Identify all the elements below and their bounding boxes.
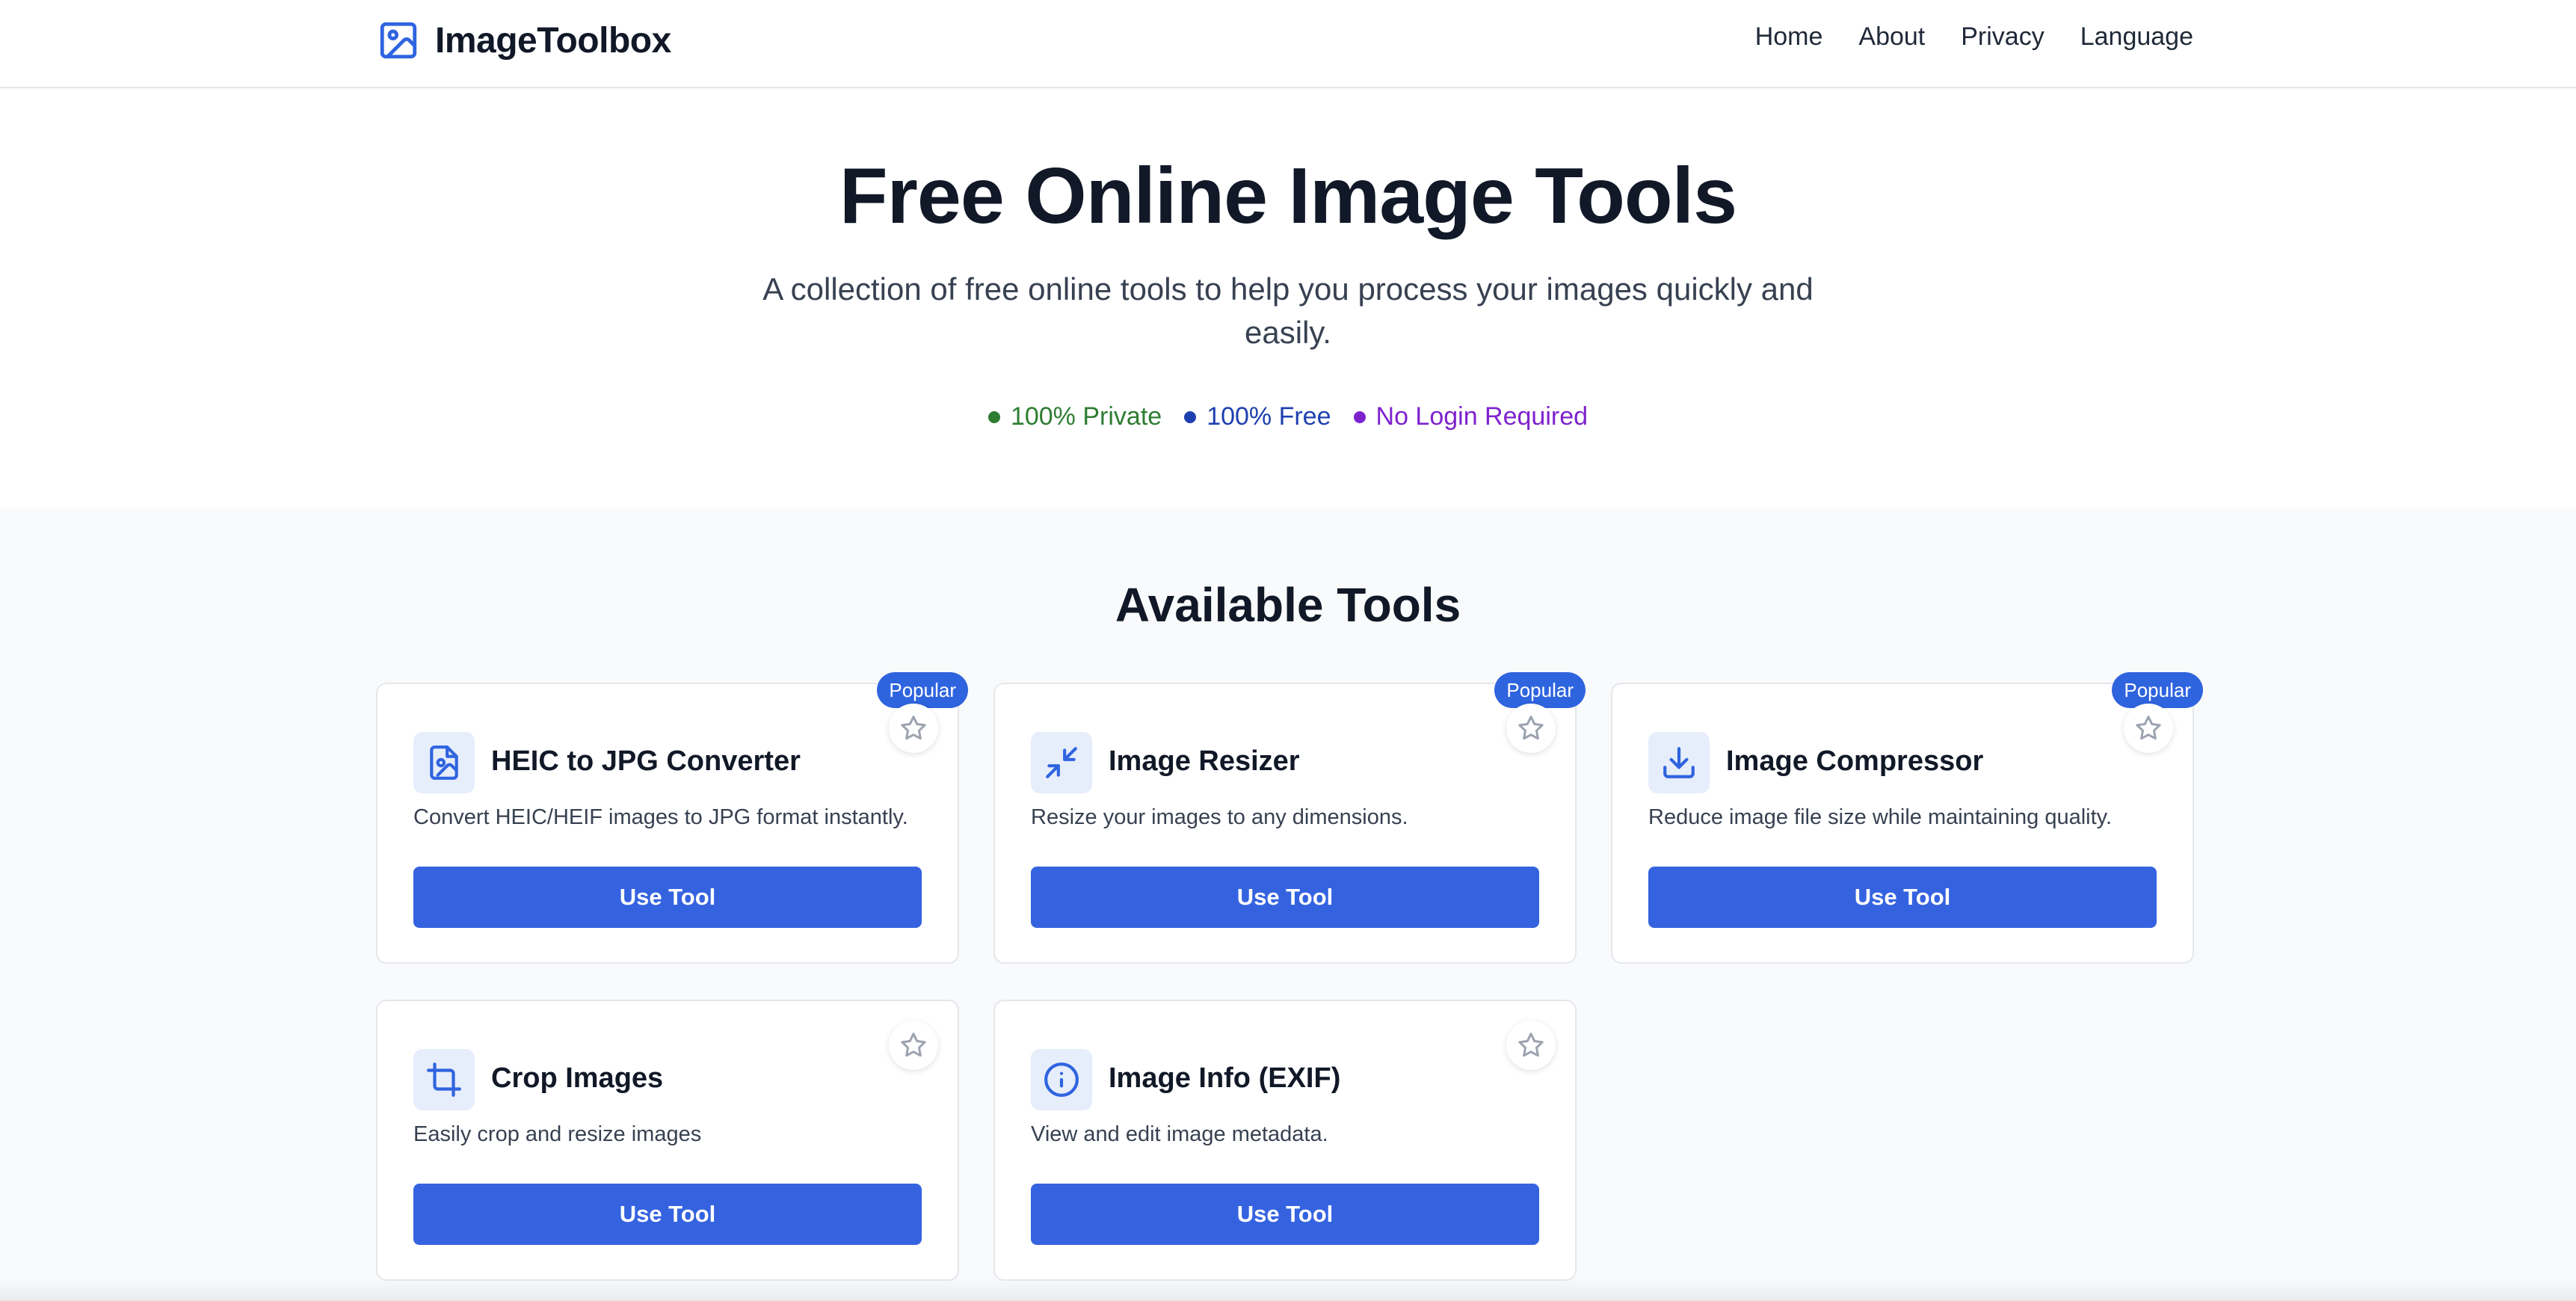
tool-card-image-resizer: Popular Image Resizer Resize your images…	[993, 672, 1586, 964]
crop-icon	[427, 1062, 461, 1097]
nav-language-link[interactable]: Language	[2080, 22, 2193, 52]
tool-description: Easily crop and resize images	[413, 1122, 702, 1146]
nav-home-link[interactable]: Home	[1755, 22, 1823, 52]
use-tool-button[interactable]: Use Tool	[413, 867, 922, 928]
tool-description: View and edit image metadata.	[1031, 1122, 1328, 1146]
page: ImageToolbox Home About Privacy Language…	[0, 0, 2576, 1301]
download-icon	[1663, 747, 1695, 778]
favorite-button[interactable]	[1506, 1021, 1556, 1070]
tool-icon-container	[1031, 1049, 1092, 1110]
tool-icon-container	[413, 1049, 475, 1110]
feature-no-login: No Login Required	[1353, 402, 1589, 431]
bottom-shadow	[0, 1279, 2576, 1301]
use-tool-button[interactable]: Use Tool	[1648, 867, 2157, 928]
section-title: Available Tools	[1115, 578, 1461, 632]
tool-name: Image Resizer	[1109, 745, 1300, 777]
tool-name: Image Compressor	[1726, 745, 1984, 777]
tool-icon-container	[1031, 732, 1092, 793]
hero-title: Free Online Image Tools	[839, 152, 1737, 240]
tool-card-image-compressor: Popular Image Compressor Reduce image fi…	[1611, 672, 2203, 964]
brand-name: ImageToolbox	[435, 20, 671, 61]
use-tool-button[interactable]: Use Tool	[1031, 867, 1539, 928]
star-icon	[901, 716, 926, 740]
feature-label: 100% Private	[1010, 402, 1162, 431]
dot-icon	[1353, 410, 1366, 423]
hero-section: Free Online Image Tools A collection of …	[0, 90, 2576, 508]
star-icon	[901, 1033, 926, 1057]
tool-card-heic-to-jpg: Popular HEIC to JPG Converter Convert HE…	[376, 672, 968, 964]
star-icon	[1518, 716, 1544, 740]
favorite-button[interactable]	[889, 704, 938, 753]
star-icon	[1518, 1033, 1544, 1057]
popular-badge: Popular	[2112, 672, 2203, 708]
favorite-button[interactable]	[1506, 704, 1556, 753]
tool-icon-container	[413, 732, 475, 793]
tool-card-crop-images: Crop Images Easily crop and resize image…	[376, 1000, 959, 1281]
tool-icon-container	[1648, 732, 1710, 793]
info-icon	[1044, 1062, 1079, 1097]
file-image-icon	[430, 745, 458, 780]
feature-free: 100% Free	[1184, 402, 1331, 431]
feature-private: 100% Private	[987, 402, 1162, 431]
nav-about-link[interactable]: About	[1858, 22, 1925, 52]
favorite-button[interactable]	[889, 1021, 938, 1070]
main-nav: Home About Privacy Language	[1755, 22, 2193, 52]
hero-subtitle: A collection of free online tools to hel…	[762, 271, 1814, 350]
feature-list: 100% Private 100% Free No Login Required	[0, 402, 2576, 431]
dot-icon	[987, 410, 1000, 423]
tool-description: Convert HEIC/HEIF images to JPG format i…	[413, 805, 908, 829]
star-icon	[2136, 716, 2161, 740]
popular-badge: Popular	[1494, 672, 1586, 708]
dot-icon	[1184, 410, 1197, 423]
site-header: ImageToolbox Home About Privacy Language	[0, 0, 2576, 88]
tool-name: HEIC to JPG Converter	[491, 745, 801, 777]
tool-name: Crop Images	[491, 1062, 664, 1094]
tool-name: Image Info (EXIF)	[1109, 1062, 1341, 1094]
nav-privacy-link[interactable]: Privacy	[1961, 22, 2044, 52]
feature-label: No Login Required	[1375, 402, 1589, 431]
minimize-icon	[1046, 747, 1077, 778]
use-tool-button[interactable]: Use Tool	[1031, 1184, 1539, 1245]
tool-description: Resize your images to any dimensions.	[1031, 805, 1408, 829]
brand-logo-link[interactable]: ImageToolbox	[377, 18, 671, 63]
favorite-button[interactable]	[2124, 704, 2173, 753]
feature-label: 100% Free	[1207, 402, 1331, 431]
image-icon	[380, 22, 417, 59]
tool-description: Reduce image file size while maintaining…	[1648, 805, 2113, 829]
popular-badge: Popular	[877, 672, 968, 708]
tool-card-image-info: Image Info (EXIF) View and edit image me…	[993, 1000, 1577, 1281]
use-tool-button[interactable]: Use Tool	[413, 1184, 922, 1245]
